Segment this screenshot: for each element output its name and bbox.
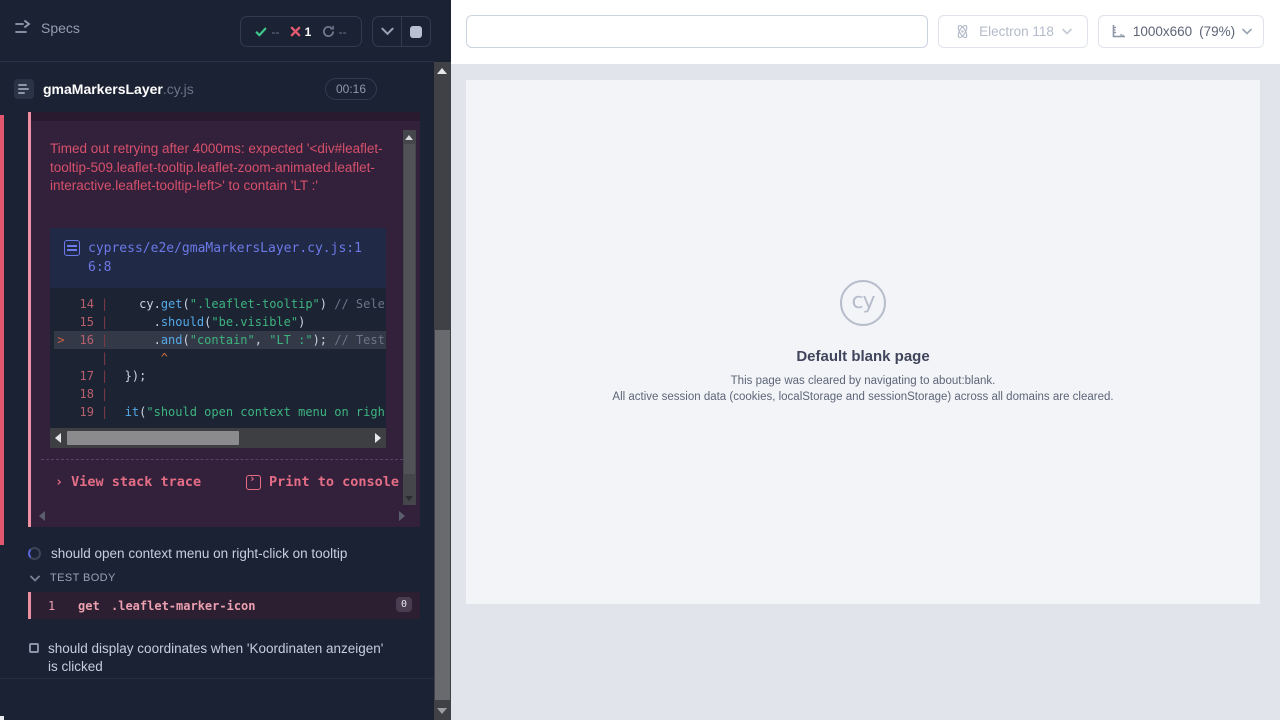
print-to-console-link[interactable]: Print to console [246, 474, 399, 490]
chevron-down-icon [30, 575, 40, 582]
running-spinner-icon [28, 547, 41, 560]
reporter-panel: Specs -- 1 -- [0, 0, 434, 720]
corner-artifact [0, 716, 4, 720]
stop-run-button[interactable] [401, 17, 430, 46]
pending-test-icon [29, 643, 39, 653]
console-icon [246, 475, 261, 490]
scroll-down-arrow-icon[interactable] [437, 708, 447, 714]
command-message: .leaflet-marker-icon [111, 599, 256, 613]
scroll-up-arrow-icon[interactable] [405, 135, 413, 140]
error-message: Timed out retrying after 4000ms: expecte… [50, 140, 392, 196]
test-title: should display coordinates when 'Koordin… [48, 640, 389, 676]
specs-label: Specs [41, 20, 80, 36]
chevron-right-icon: › [55, 474, 63, 490]
command-number: 1 [48, 599, 78, 613]
chevron-down-icon [1242, 28, 1252, 35]
spec-row[interactable]: gmaMarkersLayer.cy.js 00:16 [0, 70, 434, 108]
test-title: should open context menu on right-click … [51, 545, 347, 563]
code-frame-path: cypress/e2e/gmaMarkersLayer.cy.js:16:8 [88, 239, 372, 277]
chevron-down-icon [1062, 28, 1072, 35]
blank-page-subtitle: This page was cleared by navigating to a… [466, 373, 1260, 405]
code-horizontal-scrollbar[interactable] [50, 428, 386, 448]
aut-panel: Electron 118 1000x660 (79%) cy Default b… [451, 0, 1280, 720]
code-line: 18| [54, 385, 386, 403]
cypress-logo-icon: cy [840, 280, 886, 326]
spec-name: gmaMarkersLayer.cy.js [43, 81, 194, 97]
browser-label: Electron 118 [979, 24, 1054, 39]
code-lines: 14| cy.get(".leaflet-tooltip") // Sele15… [50, 288, 386, 429]
scroll-thumb[interactable] [404, 144, 415, 474]
error-divider [41, 459, 413, 460]
collapse-tests-button[interactable] [373, 17, 401, 46]
stat-failed: 1 [290, 25, 312, 39]
reporter-header: Specs -- 1 -- [0, 0, 434, 62]
scroll-right-arrow-icon[interactable] [375, 433, 381, 443]
view-stack-trace-link[interactable]: › View stack trace [55, 474, 201, 490]
code-line: 17| }); [54, 367, 386, 385]
aut-toolbar: Electron 118 1000x660 (79%) [451, 0, 1280, 64]
specs-menu-button[interactable]: Specs [14, 20, 80, 36]
code-line: | ^ [54, 349, 386, 367]
run-controls [372, 16, 431, 47]
test-body-section[interactable]: TEST BODY [30, 572, 116, 584]
list-divider [0, 678, 434, 679]
error-region: Timed out retrying after 4000ms: expecte… [28, 112, 420, 527]
code-frame-header[interactable]: cypress/e2e/gmaMarkersLayer.cy.js:16:8 [50, 228, 386, 288]
scroll-right-arrow-icon[interactable] [399, 511, 405, 521]
test-item-running[interactable]: should open context menu on right-click … [28, 545, 408, 563]
test-body-label: TEST BODY [50, 572, 116, 584]
file-icon [64, 240, 80, 256]
spec-file-icon [14, 79, 34, 99]
stat-restarts: -- [322, 25, 347, 39]
scroll-down-arrow-icon[interactable] [405, 496, 413, 501]
aut-stage: cy Default blank page This page was clea… [451, 64, 1280, 720]
chevron-down-icon [381, 27, 394, 36]
specs-list-icon [14, 20, 32, 36]
code-line: 14| cy.get(".leaflet-tooltip") // Sele [54, 295, 386, 313]
code-line: >16| .and("contain", "LT :"); // Test [54, 331, 386, 349]
scroll-track[interactable] [434, 62, 451, 720]
scroll-left-arrow-icon[interactable] [55, 433, 61, 443]
failed-attempt-bar [0, 115, 4, 545]
check-icon [255, 26, 267, 38]
scroll-thumb[interactable] [435, 330, 450, 700]
code-line: 15| .should("be.visible") [54, 313, 386, 331]
error-actions: › View stack trace Print to console [55, 474, 399, 490]
error-horizontal-scrollbar[interactable] [35, 508, 415, 524]
scroll-up-arrow-icon[interactable] [437, 68, 447, 74]
test-stats: -- 1 -- [240, 16, 362, 47]
spec-extension: .cy.js [163, 81, 194, 97]
code-line: 19| it("should open context menu on righ [54, 403, 386, 421]
x-icon [290, 26, 301, 37]
blank-page-line1: This page was cleared by navigating to a… [466, 373, 1260, 389]
browser-select-button[interactable]: Electron 118 [938, 15, 1088, 48]
command-log-row[interactable]: 1 get .leaflet-marker-icon 0 [28, 592, 420, 619]
command-method: get [78, 599, 111, 613]
url-input[interactable] [466, 15, 928, 48]
cypress-app: Specs -- 1 -- [0, 0, 1280, 720]
command-count-badge: 0 [396, 597, 412, 612]
electron-icon [954, 23, 971, 40]
viewport-scale: (79%) [1199, 24, 1235, 39]
blank-page-message: cy Default blank page This page was clea… [466, 280, 1260, 405]
code-frame: cypress/e2e/gmaMarkersLayer.cy.js:16:8 1… [50, 228, 386, 429]
restart-icon [322, 25, 335, 38]
ruler-icon [1110, 24, 1126, 40]
blank-page-title: Default blank page [466, 348, 1260, 365]
stat-passed: -- [255, 25, 279, 39]
reporter-scrollbar[interactable] [434, 0, 451, 720]
aut-iframe: cy Default blank page This page was clea… [466, 80, 1260, 604]
scroll-left-arrow-icon[interactable] [39, 511, 45, 521]
error-header-edge [31, 112, 420, 121]
spec-duration-badge: 00:16 [325, 78, 377, 100]
viewport-select-button[interactable]: 1000x660 (79%) [1098, 15, 1264, 48]
test-item-pending[interactable]: should display coordinates when 'Koordin… [29, 640, 389, 676]
blank-page-line2: All active session data (cookies, localS… [466, 389, 1260, 405]
scroll-thumb[interactable] [67, 431, 239, 445]
stop-icon [410, 26, 422, 38]
viewport-size: 1000x660 [1133, 24, 1192, 39]
error-vertical-scrollbar[interactable] [403, 130, 416, 505]
